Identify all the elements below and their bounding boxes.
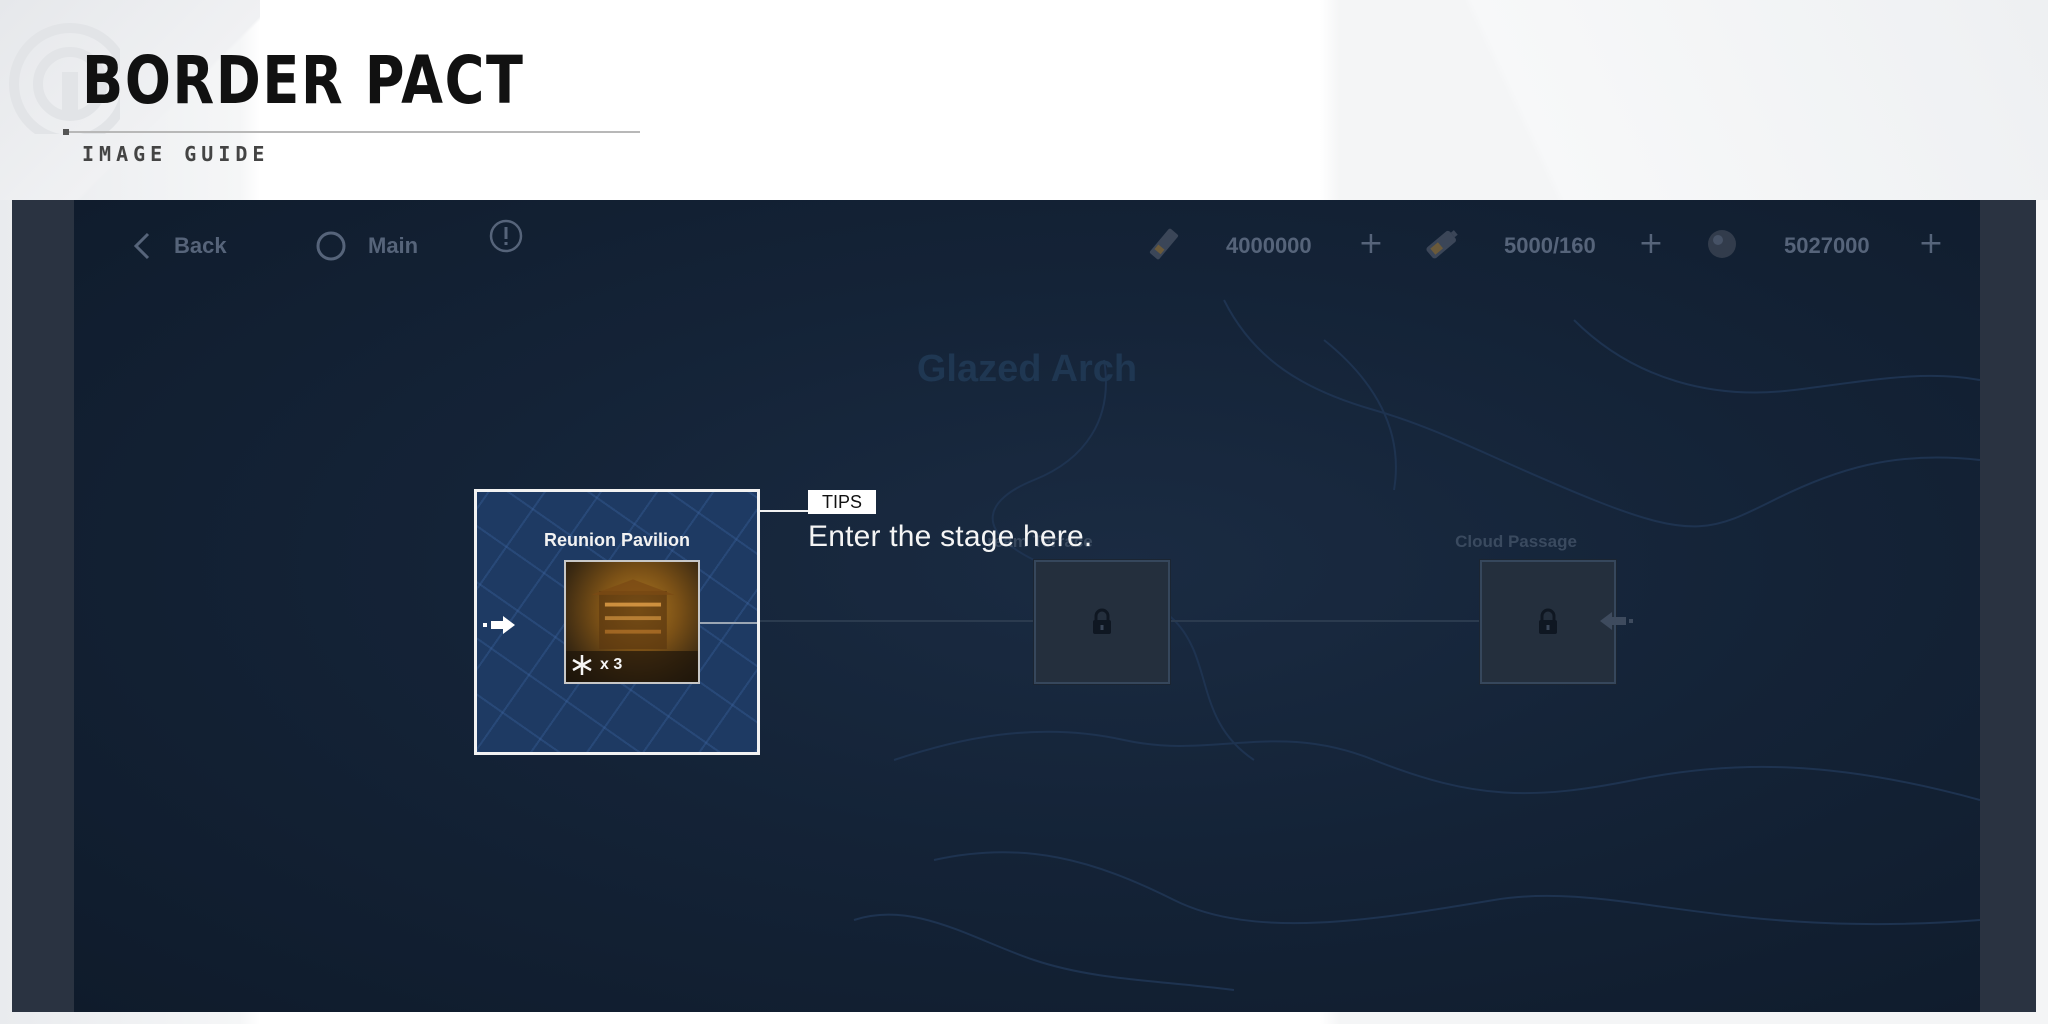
resource-value-1: 4000000 [1226,233,1312,258]
info-icon[interactable] [488,218,524,254]
tips-text: Enter the stage here. [808,520,1093,553]
reward-token-icon [572,655,592,675]
lock-icon [1093,608,1111,634]
route-start-arrow-icon [483,616,515,634]
route-end-arrow-icon [1600,612,1633,630]
lock-icon [1539,608,1557,634]
add-resource-3-button[interactable]: + [1916,229,1946,260]
guide-corner-shape-right [1318,0,2048,200]
reward-badge: x 3 [570,652,622,678]
add-resource-1-button[interactable]: + [1356,229,1386,260]
stage-node-current[interactable]: x 3 [564,560,700,684]
home-circle-icon [316,231,346,261]
ticket-icon [1149,228,1179,260]
game-screenshot-frame: Back Main 4000000 + 5000/160 + 5027000 +… [12,200,2036,1012]
orb-icon [1708,230,1736,258]
stage-select-screen: Back Main 4000000 + 5000/160 + 5027000 +… [74,200,1980,1012]
tips-leader-line [760,510,810,512]
stage-label-current: Reunion Pavilion [543,530,690,550]
stage-label-locked: Cloud Passage [1455,532,1577,551]
main-button[interactable]: Main [314,226,418,266]
resource-value-3: 5027000 [1784,233,1870,258]
highlighted-stage-area: Reunion Pavilion x 3 [474,489,760,755]
page-title: BORDER PACT [82,42,525,119]
map-background [853,299,1980,991]
stage-connector [1170,620,1480,622]
stage-node-locked[interactable] [1034,560,1170,684]
back-button[interactable]: Back [130,226,227,266]
main-label: Main [368,233,419,258]
tips-tag: TIPS [808,490,876,514]
chevron-left-icon [133,232,150,260]
reward-count: x 3 [600,656,623,673]
battery-icon [1426,230,1458,259]
title-divider [64,131,640,133]
area-title: Glazed Arch [916,348,1138,390]
back-label: Back [174,233,227,258]
resource-value-2: 5000/160 [1504,233,1596,258]
page-subtitle: IMAGE GUIDE [82,142,270,166]
divider-marker [63,129,69,135]
stage-connector [700,622,757,624]
add-resource-2-button[interactable]: + [1636,229,1666,260]
